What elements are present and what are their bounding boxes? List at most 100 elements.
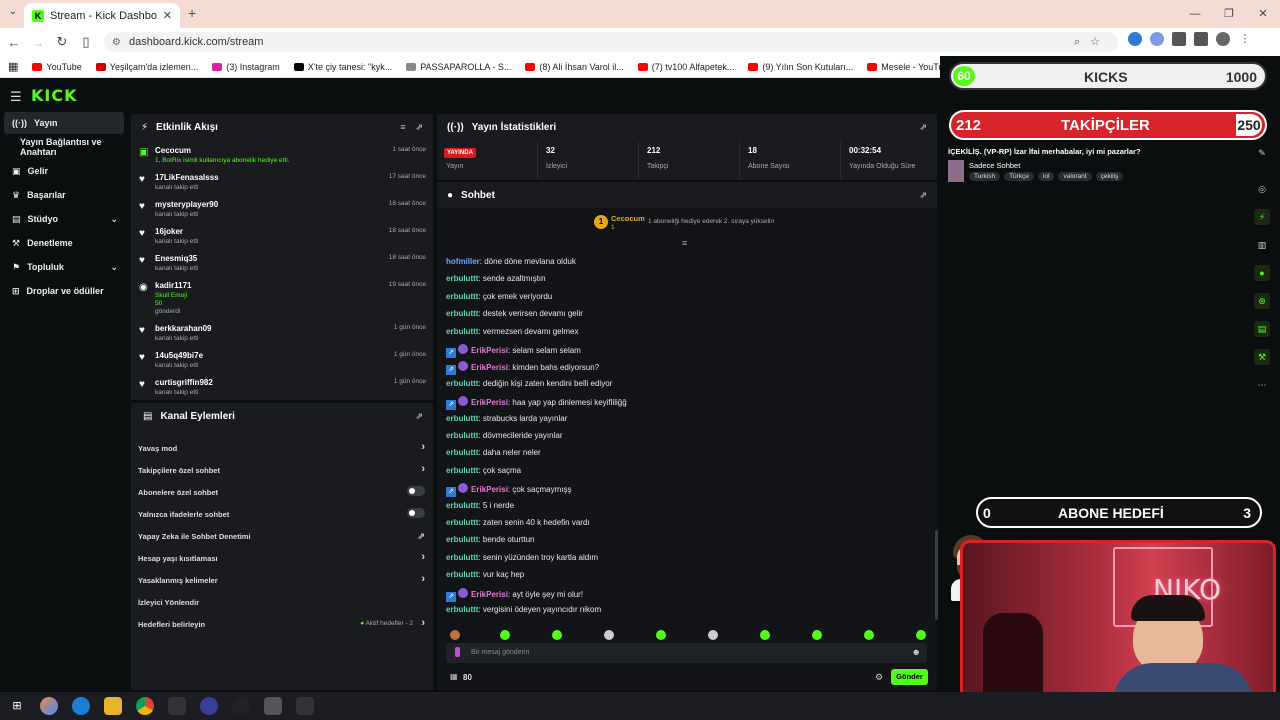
apps-icon[interactable]: ▦ xyxy=(8,60,18,73)
sidebar-item-topluluk[interactable]: ⚑ Topluluk ⌄ xyxy=(4,256,124,278)
tab-search-icon[interactable]: ⌄ xyxy=(6,6,20,20)
pinned-user[interactable]: Cecocum xyxy=(611,214,645,223)
chat-username[interactable]: ErikPerisi xyxy=(471,485,508,494)
minimize-icon[interactable]: — xyxy=(1178,0,1212,28)
tag-chip[interactable]: valorant xyxy=(1058,172,1092,181)
toggle-switch[interactable] xyxy=(407,486,425,496)
lightning-icon[interactable]: ⚡ xyxy=(1254,209,1270,225)
chat-username[interactable]: erbuluttt xyxy=(446,309,478,318)
activity-user[interactable]: curtisgriffin982 xyxy=(155,378,213,387)
chat-pause-icon[interactable]: ≡ xyxy=(682,238,687,248)
channel-action-item[interactable]: Hesap yaşı kısıtlaması › xyxy=(138,551,425,563)
activity-user[interactable]: berkkarahan09 xyxy=(155,324,211,333)
tag-chip[interactable]: Türkçe xyxy=(1004,172,1034,181)
emote-icon[interactable] xyxy=(708,630,718,640)
channel-action-item[interactable]: Yapay Zeka ile Sohbet Denetimi ⇗ xyxy=(138,531,425,541)
sidebar-item-basarilar[interactable]: ♛ Başarılar xyxy=(4,184,124,206)
extension-icon[interactable] xyxy=(1128,32,1142,46)
channel-action-item[interactable]: Yavaş mod › xyxy=(138,441,425,453)
broadcast-icon[interactable]: ⊛ xyxy=(1254,293,1270,309)
close-window-icon[interactable]: ✕ xyxy=(1246,0,1280,28)
channel-action-item[interactable]: Takipçilere özel sohbet › xyxy=(138,463,425,475)
activity-user[interactable]: Cecocum xyxy=(155,146,191,155)
bookmark-item[interactable]: Yeşilçam'da izlemen... xyxy=(95,62,198,72)
settings-icon[interactable]: ⚙ xyxy=(875,672,883,683)
activity-user[interactable]: 14u5q49bi7e xyxy=(155,351,203,360)
chat-username[interactable]: erbuluttt xyxy=(446,535,478,544)
emoji-icon[interactable]: ☻ xyxy=(912,647,921,657)
chat-username[interactable]: erbuluttt xyxy=(446,448,478,457)
browser-tab[interactable]: K Stream - Kick Dashboard ✕ xyxy=(24,3,180,28)
chat-username[interactable]: ErikPerisi xyxy=(471,363,508,372)
chrome-active-icon[interactable] xyxy=(264,697,282,715)
actions-icon[interactable]: ▤ xyxy=(1254,321,1270,337)
windows-start-icon[interactable]: ⊞ xyxy=(8,697,26,715)
reload-icon[interactable]: ↻ xyxy=(50,34,74,50)
sidebar-item-gelir[interactable]: ▣ Gelir xyxy=(4,160,124,182)
emote-icon[interactable] xyxy=(604,630,614,640)
extensions-puzzle-icon[interactable] xyxy=(1172,32,1186,46)
chat-username[interactable]: erbuluttt xyxy=(446,379,478,388)
send-button[interactable]: Gönder xyxy=(891,669,928,685)
bookmark-item[interactable]: (8) Ali İhsan Varol il... xyxy=(525,62,624,72)
activity-user[interactable]: kadir1171 xyxy=(155,281,191,290)
activity-user[interactable]: Enesmiq35 xyxy=(155,254,197,263)
channel-action-item[interactable]: Yasaklanmış kelimeler › xyxy=(138,573,425,585)
popout-icon[interactable]: ⇗ xyxy=(415,411,423,422)
activity-user[interactable]: mysteryplayer90 xyxy=(155,200,218,209)
chat-username[interactable]: erbuluttt xyxy=(446,274,478,283)
channel-action-item[interactable]: Hedefleri belirleyin ● Aktif hedefler - 2… xyxy=(138,617,425,629)
menu-icon[interactable]: ⋮ xyxy=(1238,32,1252,46)
chat-username[interactable]: erbuluttt xyxy=(446,414,478,423)
new-tab-icon[interactable]: + xyxy=(188,5,196,21)
popout-icon[interactable]: ⇗ xyxy=(919,190,927,201)
chat-username[interactable]: erbuluttt xyxy=(446,570,478,579)
toggle-switch[interactable] xyxy=(407,508,425,518)
app-icon[interactable] xyxy=(232,697,250,715)
channel-action-item[interactable]: Abonelere özel sohbet xyxy=(138,486,425,497)
emote-icon[interactable] xyxy=(864,630,874,640)
sidebar-item-studyo[interactable]: ▤ Stüdyo ⌄ xyxy=(4,208,124,230)
sidebar-item-denetleme[interactable]: ⚒ Denetleme xyxy=(4,232,124,254)
copilot-icon[interactable] xyxy=(40,697,58,715)
emote-icon[interactable] xyxy=(760,630,770,640)
popout-icon[interactable]: ⇗ xyxy=(919,122,927,133)
sidebar-item-stream-key[interactable]: Yayın Bağlantısı ve Anahtarı xyxy=(4,136,124,158)
emote-icon[interactable] xyxy=(916,630,926,640)
clipboard-icon[interactable]: ▥ xyxy=(1254,237,1270,253)
channel-action-item[interactable]: İzleyici Yönlendir xyxy=(138,598,425,607)
chat-username[interactable]: ErikPerisi xyxy=(471,590,508,599)
edit-icon[interactable]: ✎ xyxy=(1254,145,1270,161)
app-icon[interactable] xyxy=(296,697,314,715)
bookmark-item[interactable]: (3) Instagram xyxy=(212,62,280,72)
emote-icon[interactable] xyxy=(656,630,666,640)
emote-icon[interactable] xyxy=(450,630,460,640)
zoom-bookmark-icons[interactable]: ⌕☆ xyxy=(1074,35,1110,49)
bookmark-item[interactable]: (7) tv100 Alfapetek... xyxy=(637,62,734,72)
emote-icon[interactable] xyxy=(500,630,510,640)
chat-icon[interactable]: ● xyxy=(1254,265,1270,281)
emote-icon[interactable] xyxy=(812,630,822,640)
points-icon[interactable]: ▦ xyxy=(450,672,458,681)
share-icon[interactable]: ⋯ xyxy=(1254,377,1270,393)
restore-icon[interactable]: ❐ xyxy=(1212,0,1246,28)
camera-icon[interactable]: ◎ xyxy=(1254,181,1270,197)
tag-chip[interactable]: çekiliş xyxy=(1095,172,1124,181)
chat-username[interactable]: erbuluttt xyxy=(446,431,478,440)
bookmark-item[interactable]: (9) Yılın Son Kutuları... xyxy=(748,62,853,72)
chat-input[interactable]: Bir mesaj gönderin ☻ xyxy=(446,643,927,663)
chat-username[interactable]: ErikPerisi xyxy=(471,346,508,355)
emote-icon[interactable] xyxy=(552,630,562,640)
back-icon[interactable]: ← xyxy=(2,35,26,50)
popout-icon[interactable]: ⇗ xyxy=(415,122,423,133)
activity-user[interactable]: 16joker xyxy=(155,227,183,236)
chat-username[interactable]: hofmiller xyxy=(446,257,480,266)
forward-icon[interactable]: → xyxy=(26,35,50,50)
media-icon[interactable] xyxy=(1194,32,1208,46)
address-bar[interactable]: ⚙ dashboard.kick.com/stream ⌕☆ xyxy=(104,32,1118,52)
chat-scrollbar[interactable] xyxy=(935,530,938,620)
site-info-icon[interactable]: ⚙ xyxy=(112,37,121,48)
store-icon[interactable] xyxy=(168,697,186,715)
menu-icon[interactable]: ☰ xyxy=(10,89,22,105)
close-tab-icon[interactable]: ✕ xyxy=(163,9,172,22)
